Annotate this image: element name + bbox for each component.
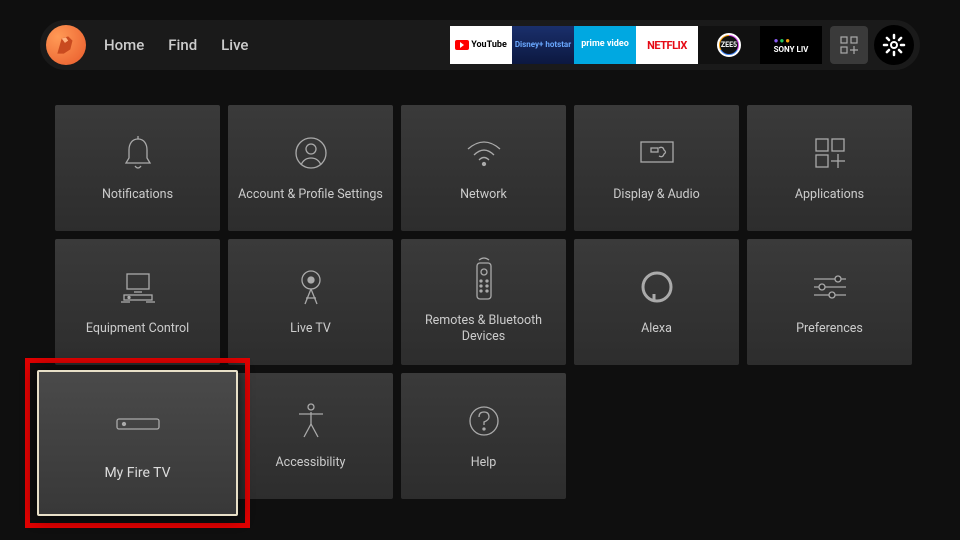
tile-label: Applications <box>795 187 864 203</box>
app-zee5[interactable]: ZEE5 <box>698 26 760 64</box>
top-nav-bar: Home Find Live YouTube Disney+ hotstar p… <box>40 20 920 70</box>
settings-button[interactable] <box>874 25 914 65</box>
person-icon <box>294 133 328 173</box>
tile-notifications[interactable]: Notifications <box>55 105 220 231</box>
app-youtube[interactable]: YouTube <box>450 26 512 64</box>
alexa-icon <box>640 267 674 307</box>
tile-equipment[interactable]: Equipment Control <box>55 239 220 365</box>
app-sonyliv[interactable]: ●●●SONY LIV <box>760 26 822 64</box>
tile-label: Remotes & Bluetooth Devices <box>409 313 558 346</box>
tile-label: Help <box>471 455 497 471</box>
accessibility-icon <box>295 401 327 441</box>
app-netflix[interactable]: NETFLIX <box>636 26 698 64</box>
equipment-icon <box>118 267 158 307</box>
tile-label: Network <box>460 187 507 203</box>
tile-remotes[interactable]: Remotes & Bluetooth Devices <box>401 239 566 365</box>
app-prime-label: prime video <box>581 40 629 50</box>
tile-label: Live TV <box>290 321 331 337</box>
nav-live[interactable]: Live <box>221 36 248 54</box>
tile-accessibility[interactable]: Accessibility <box>228 373 393 499</box>
profile-avatar[interactable] <box>46 25 86 65</box>
app-zee5-label: ZEE5 <box>720 36 738 54</box>
firetv-device-icon <box>113 404 163 444</box>
tile-help[interactable]: Help <box>401 373 566 499</box>
tile-label: Notifications <box>102 187 173 203</box>
app-shortcuts: YouTube Disney+ hotstar prime video NETF… <box>450 26 822 64</box>
help-icon <box>467 401 501 441</box>
app-prime[interactable]: prime video <box>574 26 636 64</box>
tile-network[interactable]: Network <box>401 105 566 231</box>
tile-label: Preferences <box>796 321 863 337</box>
tile-myfiretv[interactable]: My Fire TV <box>37 370 238 516</box>
app-netflix-label: NETFLIX <box>647 39 687 52</box>
apps-grid-button[interactable] <box>830 26 868 64</box>
nav-links: Home Find Live <box>104 36 248 54</box>
tile-alexa[interactable]: Alexa <box>574 239 739 365</box>
tile-applications[interactable]: Applications <box>747 105 912 231</box>
tile-label: Alexa <box>641 321 672 337</box>
tile-label: My Fire TV <box>104 464 170 482</box>
tile-label: Accessibility <box>276 455 346 471</box>
tile-account[interactable]: Account & Profile Settings <box>228 105 393 231</box>
tile-display[interactable]: Display & Audio <box>574 105 739 231</box>
app-disney[interactable]: Disney+ hotstar <box>512 26 574 64</box>
nav-home[interactable]: Home <box>104 36 144 54</box>
apps-icon <box>813 133 847 173</box>
nav-find[interactable]: Find <box>168 36 197 54</box>
tile-livetv[interactable]: Live TV <box>228 239 393 365</box>
wifi-icon <box>464 133 504 173</box>
app-sonyliv-label: SONY LIV <box>774 45 809 54</box>
remote-icon <box>473 259 495 299</box>
tile-preferences[interactable]: Preferences <box>747 239 912 365</box>
antenna-icon <box>295 267 327 307</box>
app-youtube-label: YouTube <box>471 40 507 50</box>
tile-label: Equipment Control <box>86 321 189 337</box>
selection-highlight: My Fire TV <box>25 358 250 528</box>
sliders-icon <box>810 267 850 307</box>
tile-label: Account & Profile Settings <box>238 187 383 203</box>
tile-label: Display & Audio <box>613 187 700 203</box>
display-icon <box>637 133 677 173</box>
bell-icon <box>121 133 155 173</box>
app-disney-label: Disney+ hotstar <box>515 41 571 50</box>
